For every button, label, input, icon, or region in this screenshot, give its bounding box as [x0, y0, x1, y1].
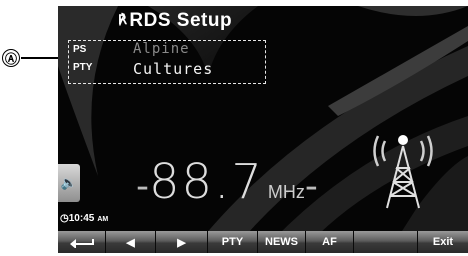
volume-button[interactable]: 🔉 [58, 164, 80, 202]
return-icon [69, 239, 94, 248]
pty-label: PTY [73, 62, 93, 73]
right-arrow-icon: ▶ [177, 236, 186, 249]
callout-marker-a: Ⓐ [2, 49, 20, 67]
exit-button[interactable]: Exit [418, 231, 468, 253]
page-title-text: RDS Setup [129, 10, 233, 31]
clock-ampm: AM [97, 216, 109, 223]
left-arrow-icon: ◀ [126, 236, 135, 249]
news-button[interactable]: NEWS [258, 231, 306, 253]
pty-button[interactable]: PTY [208, 231, 258, 253]
page-title: ℟ RDS Setup [118, 10, 232, 32]
af-button-label: AF [322, 236, 337, 248]
bottom-toolbar: ◀ ▶ PTY NEWS AF Exit [58, 231, 468, 253]
freq-dash-right: - [304, 166, 318, 207]
exit-button-label: Exit [432, 236, 454, 248]
next-button[interactable]: ▶ [156, 231, 208, 253]
clock-time: 10:45 [68, 213, 95, 224]
head-unit-screen: ℟ RDS Setup PS Alpine PTY Cultures 🔉 - 88… [58, 6, 468, 253]
clock: ◷10:45 AM [60, 213, 108, 224]
pty-button-label: PTY [221, 236, 244, 248]
frequency-unit: MHz [267, 182, 305, 202]
empty-button[interactable] [354, 231, 418, 253]
frequency-display: - 88.7 MHz - [136, 154, 318, 210]
frequency-value: 88.7 [149, 154, 264, 210]
rds-info-box: PS Alpine PTY Cultures [68, 40, 266, 84]
speaker-icon: 🔉 [60, 175, 78, 190]
ps-value: Alpine [133, 41, 190, 57]
radio-tower-icon [373, 135, 433, 209]
back-button[interactable] [58, 231, 106, 253]
previous-button[interactable]: ◀ [106, 231, 156, 253]
pty-value: Cultures [133, 60, 214, 78]
rds-icon: ℟ [118, 12, 128, 27]
freq-dash-left: - [136, 166, 149, 207]
clock-icon: ◷ [60, 213, 69, 224]
af-button[interactable]: AF [306, 231, 354, 253]
news-button-label: NEWS [265, 236, 298, 248]
ps-label: PS [73, 44, 87, 55]
